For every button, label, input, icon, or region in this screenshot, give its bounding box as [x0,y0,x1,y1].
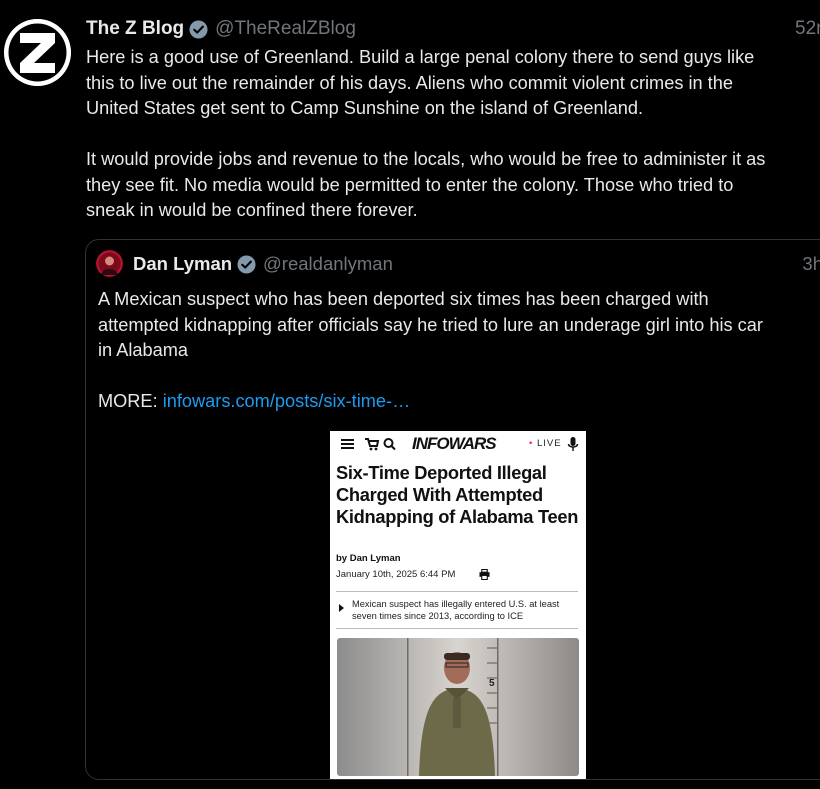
tweet-text-line: It would provide jobs and revenue to the… [86,149,766,169]
tweet-paragraph: It would provide jobs and revenue to the… [86,147,820,224]
height-marker: 5 [489,678,495,689]
mugshot-image-icon: 5 [337,638,579,776]
article-byline: by Dan Lyman [336,553,401,564]
verified-badge-icon [237,254,256,274]
microphone-icon [567,437,579,451]
tweet-text: Here is a good use of Greenland. Build a… [86,45,820,224]
z-logo-icon [4,19,71,86]
article-date: January 10th, 2025 6:44 PM [336,569,456,580]
divider [336,628,578,629]
quoted-author-handle[interactable]: @realdanlyman [263,253,393,275]
menu-icon [341,439,354,449]
quoted-text-line: A Mexican suspect who has been deported … [98,289,709,309]
author-handle[interactable]: @TheRealZBlog [215,18,356,40]
mugshot-photo: 5 [337,638,579,776]
tweet-text-line: Here is a good use of Greenland. Build a… [86,47,755,67]
quoted-tweet-header: Dan Lyman @realdanlyman 3h [133,251,820,277]
cart-icon [365,438,380,451]
infowars-logo: INFOWARS [412,434,497,453]
more-line: MORE: infowars.com/posts/six-time-… [98,389,820,415]
quoted-tweet[interactable]: Dan Lyman @realdanlyman 3h A Mexican sus… [85,239,820,780]
tweet-header: The Z Blog @TheRealZBlog 52m [86,16,820,42]
article-image[interactable]: INFOWARS LIVE Six-Time Deported Illegal … [330,431,586,779]
tweet-text-line: sneak in would be confined there forever… [86,200,418,220]
quoted-avatar-image-icon [96,250,123,277]
more-label: MORE: [98,391,158,411]
article-headline: Six-Time Deported Illegal Charged With A… [336,462,579,527]
search-icon [383,438,396,451]
tweet-text-line: United States get sent to Camp Sunshine … [86,98,644,118]
verified-badge-icon [189,19,208,39]
article-topbar: INFOWARS LIVE [330,431,586,457]
play-triangle-icon [339,604,344,612]
quoted-text-line: attempted kidnapping after officials say… [98,314,763,335]
quoted-author-name[interactable]: Dan Lyman [133,253,232,275]
tweet-text-line: this to live out the remainder of his da… [86,72,733,93]
author-name[interactable]: The Z Blog [86,18,184,40]
divider [336,591,578,592]
quoted-text-line: in Alabama [98,340,188,360]
tweet-paragraph: Here is a good use of Greenland. Build a… [86,45,820,122]
quoted-tweet-text: A Mexican suspect who has been deported … [98,287,820,415]
live-label: LIVE [529,438,562,449]
author-avatar[interactable] [4,19,71,86]
quoted-author-avatar[interactable] [96,250,123,277]
article-link[interactable]: infowars.com/posts/six-time-… [163,391,411,411]
quoted-tweet-timestamp[interactable]: 3h [802,253,820,275]
tweet-timestamp[interactable]: 52m [795,18,820,40]
tweet-text-line: they see fit. No media would be permitte… [86,174,734,195]
article-subhead: Mexican suspect has illegally entered U.… [352,599,560,621]
print-icon [479,569,490,580]
